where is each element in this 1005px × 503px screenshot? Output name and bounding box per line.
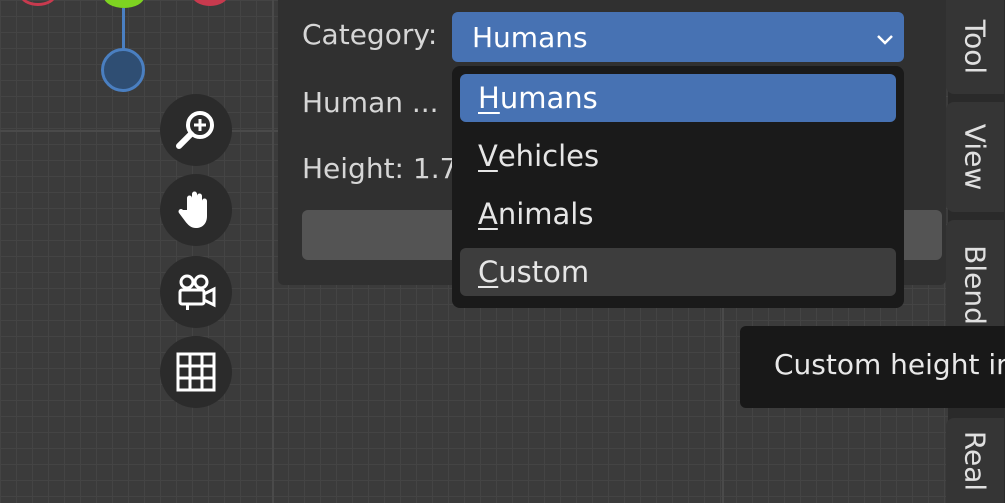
ortho-toggle-button[interactable] [160, 336, 232, 408]
tab-label: View [958, 123, 992, 191]
tab-label: Blend [958, 245, 992, 325]
category-select-value: Humans [472, 20, 588, 54]
human-label: Human ... [302, 86, 439, 119]
zoom-button[interactable] [160, 94, 232, 166]
tooltip: Custom height in [740, 326, 1005, 408]
grid-icon [176, 352, 216, 392]
menu-item-label: nimals [497, 197, 594, 231]
gizmo-neg-x-icon[interactable] [20, 0, 56, 6]
menu-item-label: ustom [498, 255, 590, 289]
pan-hand-icon [178, 191, 207, 228]
menu-item-mnemonic: A [478, 197, 498, 231]
menu-item-vehicles[interactable]: Vehicles [460, 132, 896, 180]
menu-item-animals[interactable]: Animals [460, 190, 896, 238]
menu-item-custom[interactable]: Custom [460, 248, 896, 296]
tab-view[interactable]: View [946, 102, 1004, 212]
gizmo-y-axis-icon[interactable] [104, 0, 144, 8]
category-label: Category: [302, 18, 438, 51]
category-dropdown-menu: Humans Vehicles Animals Custom [452, 66, 904, 308]
gizmo-x-axis-icon[interactable] [192, 0, 228, 6]
grid-line [272, 0, 274, 503]
camera-icon [178, 274, 216, 310]
tab-label: Tool [958, 19, 992, 75]
menu-item-mnemonic: C [478, 255, 499, 289]
gizmo-neg-z-icon[interactable] [101, 48, 145, 92]
tab-real[interactable]: Real [946, 418, 1004, 503]
menu-item-mnemonic: V [478, 139, 498, 173]
gizmo-z-stem [122, 8, 125, 50]
menu-item-humans[interactable]: Humans [460, 74, 896, 122]
height-label: Height: 1.7 [302, 152, 458, 185]
camera-view-button[interactable] [160, 256, 232, 328]
tab-tool[interactable]: Tool [946, 0, 1004, 94]
category-select[interactable]: Humans [452, 12, 904, 62]
zoom-icon [176, 111, 214, 149]
pan-button[interactable] [160, 174, 232, 246]
menu-item-mnemonic: H [478, 81, 500, 115]
tab-label: Real [958, 430, 992, 491]
menu-item-label: umans [499, 81, 598, 115]
chevron-down-icon [877, 35, 893, 45]
menu-item-label: ehicles [497, 139, 600, 173]
